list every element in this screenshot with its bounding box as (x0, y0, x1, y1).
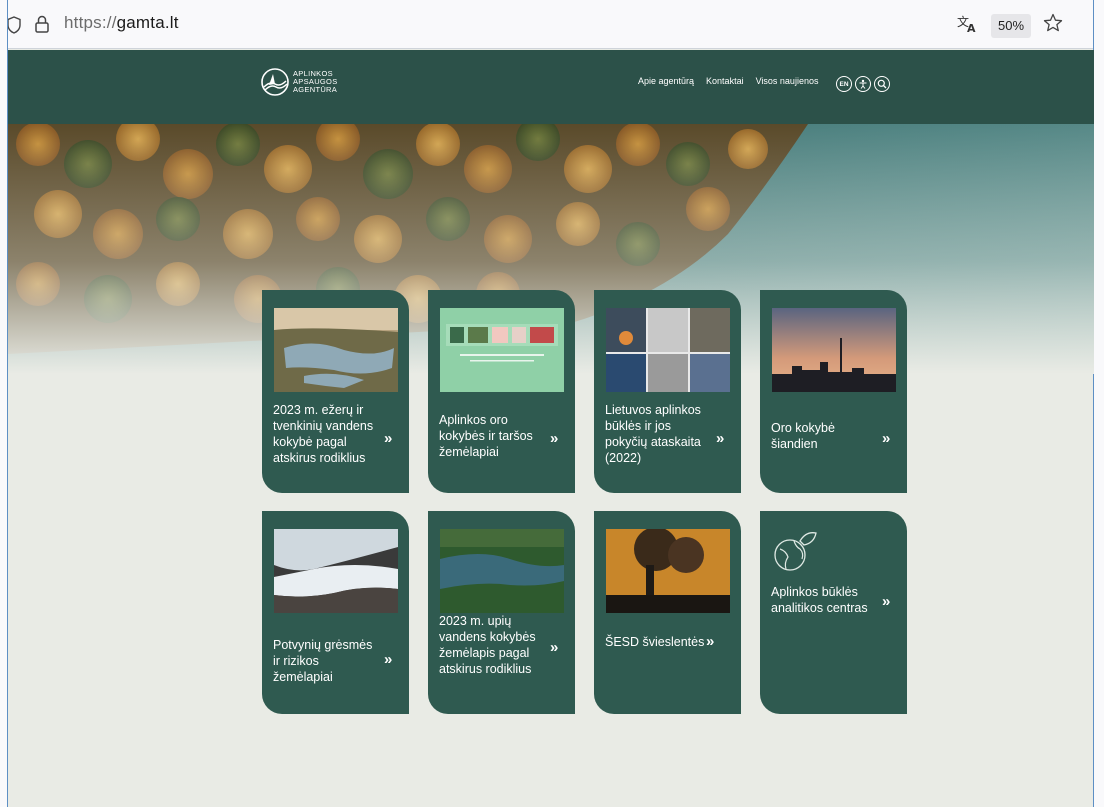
card-title: 2023 m. ežerų ir tvenkinių vandens kokyb… (273, 403, 374, 465)
svg-text:A: A (967, 22, 976, 34)
chevron-double-right-icon: » (706, 633, 715, 650)
card-title: Oro kokybė šiandien (771, 421, 835, 451)
nav-contacts[interactable]: Kontaktai (706, 76, 744, 86)
card-air-quality-maps[interactable]: Aplinkos oro kokybės ir taršos žemėlapia… (428, 290, 575, 493)
card-river-quality-map[interactable]: 2023 m. upių vandens kokybės žemėlapis p… (428, 511, 575, 714)
card-environment-report[interactable]: Lietuvos aplinkos būklės ir jos pokyčių … (594, 290, 741, 493)
zoom-level-button[interactable]: 50% (991, 14, 1031, 38)
card-title: Aplinkos oro kokybės ir taršos žemėlapia… (439, 413, 533, 459)
card-image-lake (274, 308, 398, 392)
header-icon-buttons: EN (836, 76, 890, 92)
card-image-flood (274, 529, 398, 613)
card-ghg-dashboards[interactable]: ŠESD švieslentės » (594, 511, 741, 714)
card-title: 2023 m. upių vandens kokybės žemėlapis p… (439, 614, 536, 676)
logo-line: AGENTŪRA (293, 85, 338, 94)
browser-toolbar: https://gamta.lt 文 A 50% (0, 0, 1104, 49)
logo-text: APLINKOS APSAUGOS AGENTŪRA (293, 70, 338, 94)
nav-about[interactable]: Apie agentūrą (638, 76, 694, 86)
card-analytics-center[interactable]: Aplinkos būklės analitikos centras » (760, 511, 907, 714)
card-image-factory-smoke (606, 529, 730, 613)
language-en-button[interactable]: EN (836, 76, 852, 92)
search-icon (877, 79, 887, 89)
globe-leaf-icon (774, 532, 817, 571)
chevron-double-right-icon: » (550, 639, 559, 656)
translate-icon[interactable]: 文 A (957, 14, 979, 34)
address-bar[interactable]: https://gamta.lt (64, 13, 179, 33)
url-domain: gamta.lt (116, 13, 179, 32)
chevron-double-right-icon: » (384, 430, 393, 447)
bookmark-star-icon[interactable] (1043, 13, 1063, 33)
chevron-double-right-icon: » (882, 593, 891, 610)
chevron-double-right-icon: » (384, 651, 393, 668)
card-title: Aplinkos būklės analitikos centras (771, 585, 868, 615)
card-image-city-sunset (772, 308, 896, 392)
chevron-double-right-icon: » (550, 430, 559, 447)
shield-icon[interactable] (7, 16, 21, 34)
window-right-edge (1093, 0, 1104, 807)
card-image-air-map (440, 308, 564, 392)
accessibility-icon (859, 79, 867, 89)
site-header: APLINKOS APSAUGOS AGENTŪRA Apie agentūrą… (8, 50, 1094, 124)
card-flood-maps[interactable]: Potvynių grėsmės ir rizikos žemėlapiai » (262, 511, 409, 714)
card-lakes-quality[interactable]: 2023 m. ežerų ir tvenkinių vandens kokyb… (262, 290, 409, 493)
nav-all-news[interactable]: Visos naujienos (756, 76, 819, 86)
card-title: ŠESD švieslentės (605, 635, 705, 649)
agency-logo[interactable]: APLINKOS APSAUGOS AGENTŪRA (260, 67, 338, 97)
card-title: Potvynių grėsmės ir rizikos žemėlapiai (273, 638, 373, 684)
window-left-edge (0, 0, 8, 807)
card-title: Lietuvos aplinkos būklės ir jos pokyčių … (605, 403, 701, 465)
card-air-quality-today[interactable]: Oro kokybė šiandien » (760, 290, 907, 493)
chevron-double-right-icon: » (716, 430, 725, 447)
search-button[interactable] (874, 76, 890, 92)
lock-icon[interactable] (34, 14, 50, 34)
url-scheme: https:// (64, 13, 117, 32)
accessibility-button[interactable] (855, 76, 871, 92)
main-nav: Apie agentūrą Kontaktai Visos naujienos (638, 76, 830, 86)
card-image-river (440, 529, 564, 613)
logo-emblem-icon (261, 68, 289, 96)
card-image-report-collage (606, 308, 730, 392)
chevron-double-right-icon: » (882, 430, 891, 447)
